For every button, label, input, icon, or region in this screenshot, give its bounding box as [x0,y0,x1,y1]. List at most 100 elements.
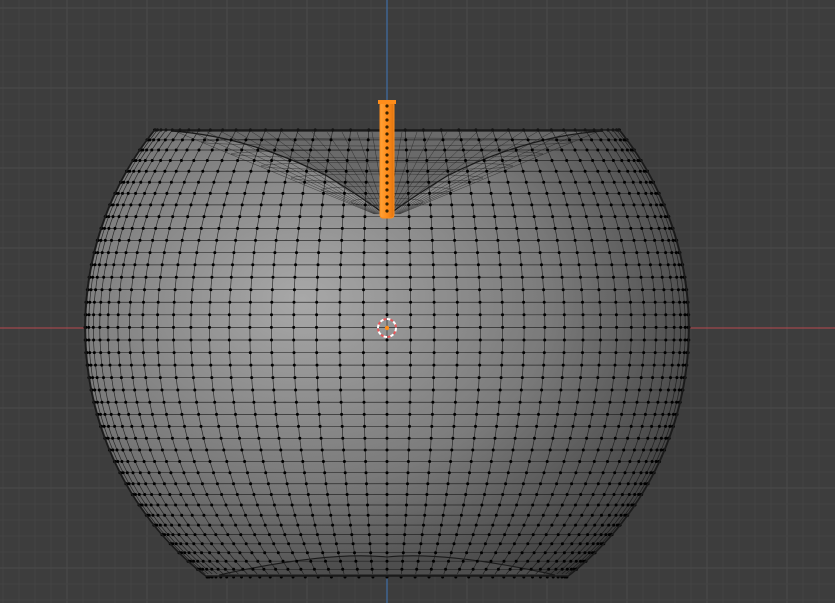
mesh-vertex[interactable] [613,215,617,219]
mesh-vertex[interactable] [171,215,175,219]
mesh-vertex[interactable] [197,412,201,416]
mesh-vertex[interactable] [670,363,674,367]
mesh-vertex[interactable] [385,288,389,292]
mesh-vertex[interactable] [625,148,629,152]
mesh-vertex[interactable] [402,542,406,546]
mesh-vertex[interactable] [117,238,121,242]
mesh-vertex[interactable] [638,169,642,173]
mesh-vertex[interactable] [501,493,505,496]
mesh-vertex[interactable] [217,551,221,555]
mesh-vertex[interactable] [608,251,612,255]
mesh-vertex[interactable] [199,226,203,230]
mesh-vertex[interactable] [551,215,555,219]
mesh-vertex[interactable] [507,523,511,527]
mesh-vertex[interactable] [317,238,321,242]
mesh-vertex[interactable] [98,313,102,317]
mesh-vertex[interactable] [281,191,285,195]
mesh-vertex[interactable] [681,363,685,367]
mesh-vertex[interactable] [342,460,346,463]
mesh-vertex[interactable] [577,533,581,537]
mesh-vertex[interactable] [431,388,435,392]
mesh-vertex[interactable] [191,493,195,496]
mesh-vertex[interactable] [678,351,682,355]
mesh-vertex[interactable] [212,180,216,184]
mesh-vertex[interactable] [639,180,642,184]
mesh-vertex[interactable] [512,542,516,546]
mesh-vertex[interactable] [174,482,178,486]
mesh-vertex[interactable] [593,533,597,537]
mesh-vertex[interactable] [641,363,645,367]
mesh-vertex[interactable] [149,203,153,207]
mesh-vertex[interactable] [111,448,115,452]
mesh-vertex[interactable] [219,436,223,440]
mesh-vertex[interactable] [555,238,559,242]
mesh-vertex[interactable] [498,388,502,392]
mesh-vertex[interactable] [156,300,160,304]
mesh-vertex[interactable] [103,238,107,242]
mesh-vertex[interactable] [127,482,131,486]
mesh-vertex[interactable] [174,376,178,380]
mesh-vertex[interactable] [306,493,310,496]
mesh-vertex[interactable] [568,436,572,440]
mesh-vertex[interactable] [238,436,241,440]
mesh-vertex[interactable] [354,559,358,563]
mesh-vertex[interactable] [232,251,236,255]
mesh-vertex[interactable] [477,376,481,380]
mesh-vertex[interactable] [497,148,501,152]
mesh-vertex[interactable] [147,471,151,475]
mesh-vertex[interactable] [329,513,333,517]
mesh-vertex[interactable] [316,263,320,267]
mesh-vertex[interactable] [385,436,389,440]
mesh-vertex[interactable] [220,542,224,546]
mesh-vertex[interactable] [338,325,342,329]
mesh-vertex[interactable] [226,533,230,537]
mesh-vertex[interactable] [526,138,530,142]
mesh-vertex[interactable] [659,436,663,440]
mesh-vertex[interactable] [409,338,413,342]
mesh-vertex[interactable] [118,288,122,292]
mesh-vertex[interactable] [666,263,670,267]
mesh-vertex[interactable] [200,542,204,546]
mesh-vertex[interactable] [262,567,266,571]
mesh-vertex[interactable] [215,482,219,486]
mesh-vertex[interactable] [461,559,465,563]
mesh-vertex[interactable] [192,542,196,546]
mesh-vertex[interactable] [193,388,197,392]
mesh-vertex[interactable] [476,400,480,404]
mesh-vertex[interactable] [416,559,420,563]
mesh-vertex[interactable] [668,226,671,230]
mesh-vertex[interactable] [277,215,281,219]
mesh-vertex[interactable] [315,363,319,367]
mesh-vertex[interactable] [208,523,212,527]
mesh-vertex[interactable] [503,169,507,173]
mesh-vertex[interactable] [535,493,539,496]
mesh-vertex[interactable] [173,288,177,292]
mesh-vertex[interactable] [633,482,637,486]
mesh-vertex[interactable] [607,513,611,517]
mesh-vertex[interactable] [439,523,443,527]
mesh-vertex[interactable] [364,460,368,463]
mesh-vertex[interactable] [404,138,408,142]
mesh-vertex[interactable] [94,363,97,367]
mesh-vertex[interactable] [514,148,518,152]
mesh-vertex[interactable] [217,424,221,428]
mesh-vertex[interactable] [573,148,577,152]
mesh-vertex[interactable] [292,363,296,367]
stem-vertex[interactable] [385,139,389,143]
mesh-vertex[interactable] [342,191,346,195]
mesh-vertex[interactable] [248,338,252,342]
mesh-vertex[interactable] [591,159,595,162]
mesh-vertex[interactable] [158,376,162,380]
mesh-vertex[interactable] [556,412,559,416]
mesh-vertex[interactable] [326,493,329,496]
mesh-vertex[interactable] [663,215,667,219]
mesh-vertex[interactable] [455,533,459,537]
mesh-vertex[interactable] [462,503,466,507]
mesh-vertex[interactable] [596,169,600,173]
mesh-vertex[interactable] [210,275,214,279]
mesh-vertex[interactable] [362,275,366,279]
mesh-vertex[interactable] [385,559,389,563]
mesh-vertex[interactable] [529,567,533,571]
mesh-vertex[interactable] [584,482,588,486]
mesh-vertex[interactable] [637,460,641,463]
